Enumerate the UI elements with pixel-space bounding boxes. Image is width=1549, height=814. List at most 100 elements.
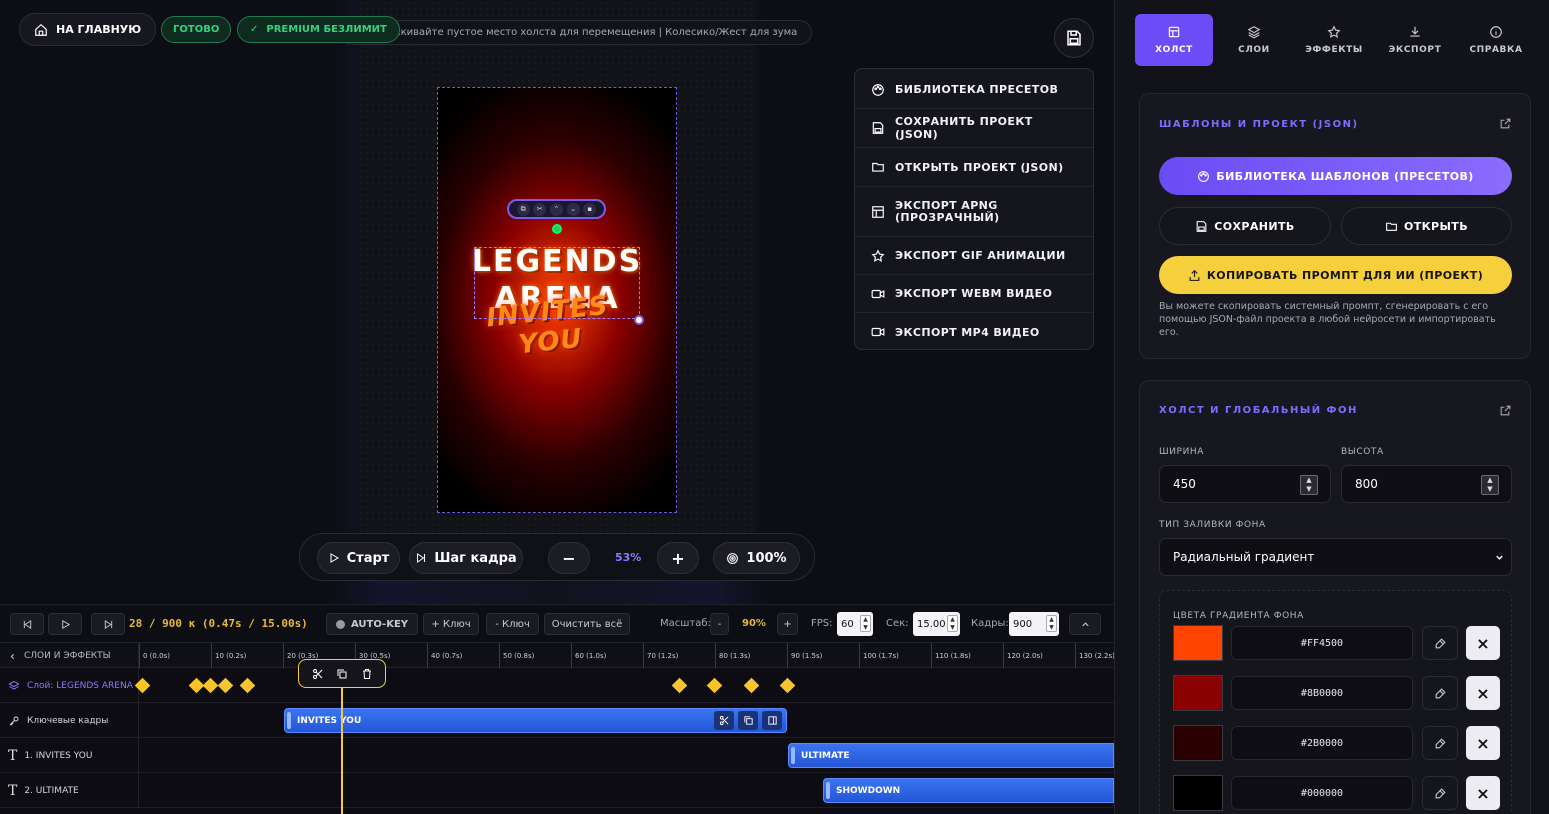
clip-handle[interactable] <box>826 782 830 799</box>
keyframe-marker[interactable] <box>779 677 796 694</box>
template-library-button[interactable]: БИБЛИОТЕКА ШАБЛОНОВ (ПРЕСЕТОВ) <box>1159 157 1512 195</box>
keyframe-marker[interactable] <box>239 677 256 694</box>
zoom-in-button[interactable]: + <box>657 542 699 574</box>
copy-icon[interactable]: ⧉ <box>516 202 530 216</box>
chevron-down-icon[interactable]: ⌄ <box>566 202 580 216</box>
seconds-input[interactable]: 15.00 ▲ ▼ <box>913 612 960 636</box>
scissors-icon[interactable]: ✂ <box>533 202 547 216</box>
copy-icon[interactable] <box>738 711 758 730</box>
spinner-icon[interactable]: ▲ ▼ <box>1046 615 1057 632</box>
split-icon[interactable] <box>762 711 782 730</box>
tab-canvas[interactable]: ХОЛСТ <box>1135 14 1213 66</box>
eyedropper-icon[interactable] <box>1422 676 1458 710</box>
tab-layers[interactable]: СЛОИ <box>1215 14 1293 66</box>
add-key-button[interactable]: + Ключ <box>423 613 479 635</box>
layers-header[interactable]: СЛОИ И ЭФФЕКТЫ <box>0 643 139 669</box>
zoom-out-button[interactable]: − <box>548 542 590 574</box>
spinner-icon[interactable]: ▲ ▼ <box>1300 475 1318 495</box>
playhead[interactable] <box>341 668 343 814</box>
selection-box[interactable] <box>474 247 640 319</box>
fit-zoom-button[interactable]: 100% <box>713 542 800 574</box>
scale-minus-button[interactable]: - <box>710 613 729 635</box>
menu-item-export-mp4[interactable]: ЭКСПОРТ MP4 ВИДЕО <box>855 313 1093 351</box>
clip-invites-you[interactable]: INVITES YOU <box>284 708 787 733</box>
remove-key-button[interactable]: - Ключ <box>486 613 539 635</box>
remove-color-button[interactable]: × <box>1466 776 1500 810</box>
chevron-up-icon[interactable]: ⌃ <box>549 202 563 216</box>
track-keyframes[interactable]: Ключевые кадры INVITES YOU <box>0 703 1114 738</box>
menu-item-export-webm[interactable]: ЭКСПОРТ WEBM ВИДЕО <box>855 275 1093 313</box>
spinner-icon[interactable]: ▲ ▼ <box>1481 475 1499 495</box>
tab-effects[interactable]: ЭФФЕКТЫ <box>1295 14 1373 66</box>
tab-help[interactable]: СПРАВКА <box>1457 14 1535 66</box>
remove-color-button[interactable]: × <box>1466 676 1500 710</box>
home-button[interactable]: НА ГЛАВНУЮ <box>19 13 157 46</box>
clear-all-button[interactable]: Очистить всё <box>544 613 630 635</box>
copy-prompt-button[interactable]: КОПИРОВАТЬ ПРОМПТ ДЛЯ ИИ (ПРОЕКТ) <box>1159 256 1512 294</box>
step-frame-button[interactable]: Шаг кадра <box>409 542 523 574</box>
resize-handle[interactable] <box>634 315 644 325</box>
track-layer[interactable]: Слой: LEGENDS ARENA <box>0 668 1114 703</box>
save-button[interactable]: СОХРАНИТЬ <box>1159 207 1331 245</box>
remove-color-button[interactable]: × <box>1466 626 1500 660</box>
tab-export[interactable]: ЭКСПОРТ <box>1376 14 1454 66</box>
color-hex-input[interactable]: #2B0000 <box>1231 726 1413 760</box>
trash-icon[interactable]: ▪ <box>583 202 597 216</box>
scissors-icon[interactable] <box>714 711 734 730</box>
play-button[interactable] <box>48 613 82 635</box>
eyedropper-icon[interactable] <box>1422 626 1458 660</box>
track-invites-you[interactable]: T 1. INVITES YOU ULTIMATE <box>0 738 1114 773</box>
track-label[interactable]: T 1. INVITES YOU <box>0 738 139 773</box>
rotate-handle[interactable] <box>552 224 562 234</box>
menu-item-save-json[interactable]: СОХРАНИТЬ ПРОЕКТ (JSON) <box>855 109 1093 148</box>
clip-ultimate[interactable]: ULTIMATE <box>788 743 1114 768</box>
menu-item-export-gif[interactable]: ЭКСПОРТ GIF АНИМАЦИИ <box>855 237 1093 275</box>
keyframe-marker[interactable] <box>671 677 688 694</box>
copy-icon[interactable] <box>336 668 348 680</box>
keyframe-marker[interactable] <box>743 677 760 694</box>
keyframe-marker[interactable] <box>202 677 219 694</box>
menu-item-export-apng[interactable]: ЭКСПОРТ APNG (ПРОЗРАЧНЫЙ) <box>855 187 1093 237</box>
color-swatch[interactable] <box>1173 775 1223 811</box>
go-end-button[interactable] <box>91 613 125 635</box>
spinner-icon[interactable]: ▲ ▼ <box>947 615 958 632</box>
width-input[interactable]: 450 ▲ ▼ <box>1159 465 1331 503</box>
height-input[interactable]: 800 ▲ ▼ <box>1341 465 1512 503</box>
track-label[interactable]: T 2. ULTIMATE <box>0 773 139 808</box>
eyedropper-icon[interactable] <box>1422 726 1458 760</box>
remove-color-button[interactable]: × <box>1466 726 1500 760</box>
external-link-icon[interactable] <box>1499 117 1512 130</box>
clip-handle[interactable] <box>287 712 291 729</box>
color-hex-input[interactable]: #FF4500 <box>1231 626 1413 660</box>
fps-input[interactable]: 60 ▲ ▼ <box>837 612 873 636</box>
scale-plus-button[interactable]: + <box>777 613 798 635</box>
color-swatch[interactable] <box>1173 625 1223 661</box>
color-hex-input[interactable]: #8B0000 <box>1231 676 1413 710</box>
keyframe-marker[interactable] <box>706 677 723 694</box>
trash-icon[interactable] <box>361 668 373 680</box>
spinner-icon[interactable]: ▲ ▼ <box>860 615 871 632</box>
external-link-icon[interactable] <box>1499 404 1512 417</box>
frames-input[interactable]: 900 ▲ ▼ <box>1009 612 1059 636</box>
fill-type-select[interactable]: Радиальный градиент <box>1159 538 1512 576</box>
timeline-ruler[interactable]: СЛОИ И ЭФФЕКТЫ 0 (0.0s) 10 (0.2s) 20 (0.… <box>0 642 1115 669</box>
menu-item-open-json[interactable]: ОТКРЫТЬ ПРОЕКТ (JSON) <box>855 148 1093 187</box>
clip-showdown[interactable]: SHOWDOWN <box>823 778 1114 803</box>
scissors-icon[interactable] <box>312 668 324 680</box>
start-button[interactable]: Старт <box>317 542 400 574</box>
track-ultimate[interactable]: T 2. ULTIMATE SHOWDOWN <box>0 773 1114 808</box>
go-start-button[interactable] <box>10 613 44 635</box>
menu-item-presets[interactable]: БИБЛИОТЕКА ПРЕСЕТОВ <box>855 71 1093 109</box>
color-swatch[interactable] <box>1173 675 1223 711</box>
clip-handle[interactable] <box>791 747 795 764</box>
color-hex-input[interactable]: #000000 <box>1231 776 1413 810</box>
eyedropper-icon[interactable] <box>1422 776 1458 810</box>
track-label[interactable]: Ключевые кадры <box>0 703 139 738</box>
collapse-timeline-button[interactable] <box>1069 613 1101 635</box>
color-swatch[interactable] <box>1173 725 1223 761</box>
track-label[interactable]: Слой: LEGENDS ARENA <box>0 668 139 703</box>
quick-save-button[interactable] <box>1054 18 1094 58</box>
auto-key-toggle[interactable]: AUTO-KEY <box>326 613 418 635</box>
open-button[interactable]: ОТКРЫТЬ <box>1341 207 1512 245</box>
keyframe-marker[interactable] <box>217 677 234 694</box>
